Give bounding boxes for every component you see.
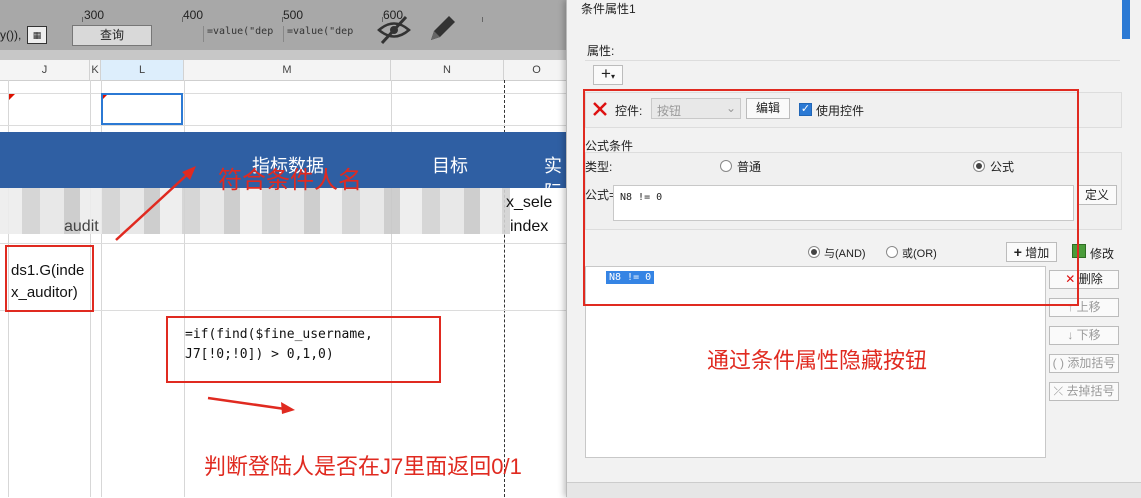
dialog-footer (567, 482, 1141, 498)
add-property-button[interactable]: +▾ (593, 65, 623, 85)
column-header-l[interactable]: L (101, 60, 184, 80)
modify-button[interactable]: 修改 (1090, 245, 1114, 262)
define-button[interactable]: 定义 (1077, 185, 1117, 205)
paren-icon: ( ) (1052, 356, 1064, 370)
annotation-name-label: 符合条件人名 (218, 167, 362, 194)
annotation-hide-label: 通过条件属性隐藏按钮 (707, 348, 928, 373)
query-button[interactable]: 查询 (72, 25, 152, 46)
cell-flag-icon (9, 94, 15, 100)
column-header-n[interactable]: N (391, 60, 504, 80)
grid-line (0, 125, 570, 126)
arrow-down-icon: ↓ (1067, 328, 1074, 342)
blurred-cell-text: index (510, 218, 549, 235)
toolbar-snippet: y()), (0, 28, 22, 42)
calendar-icon[interactable]: ▦ (27, 26, 47, 44)
column-header-k[interactable]: K (90, 60, 101, 80)
highlight-box (583, 89, 1079, 306)
formula-snippet: =value("dep (283, 26, 353, 42)
move-down-button[interactable]: ↓ 下移 (1049, 326, 1119, 345)
eye-off-icon[interactable] (376, 12, 412, 48)
selected-cell[interactable] (101, 93, 183, 125)
annotation-arrow (207, 396, 295, 414)
blurred-cell-text: audit (64, 218, 99, 235)
pencil-icon[interactable] (425, 10, 459, 46)
annotation-judge-label: 判断登陆人是否在J7里面返回0/1 (204, 454, 522, 479)
dialog-title: 条件属性1 (581, 2, 636, 16)
column-header-o[interactable]: O (504, 60, 570, 80)
add-paren-button[interactable]: ( ) 添加括号 (1049, 354, 1119, 373)
formula-snippet: =value("dep (203, 26, 273, 42)
formula-cell[interactable]: =if(find($fine_username, J7[!0;!0]) > 0,… (185, 325, 373, 365)
ruler-number: 300 (84, 8, 105, 22)
remove-paren-button[interactable]: ⤫ 去掉括号 (1049, 382, 1119, 401)
ruler-number: 400 (183, 8, 204, 22)
column-header-m[interactable]: M (184, 60, 391, 80)
sheet-gap (0, 50, 570, 60)
condition-properties-dialog: 条件属性1 属性: +▾ 控件: 按钮 ⌄ 编辑 ✓ 使用控件 公式条件 类型:… (566, 0, 1141, 498)
property-label: 属性: (587, 44, 615, 58)
auditor-cell[interactable]: ds1.G(index_auditor) (11, 260, 91, 304)
grid-line (0, 93, 570, 94)
header-cell-target: 目标 (432, 156, 468, 176)
grid-line (0, 243, 570, 244)
ruler-number: 500 (283, 8, 304, 22)
annotation-arrow (115, 166, 196, 241)
remove-paren-icon: ⤫ (1053, 384, 1064, 398)
ruler: 300 400 500 600 (0, 0, 570, 23)
blurred-cell-text: x_sele (506, 194, 553, 211)
scrollbar-thumb[interactable] (1122, 0, 1130, 39)
column-header: J K L M N O (0, 60, 570, 81)
column-header-j[interactable]: J (0, 60, 90, 80)
